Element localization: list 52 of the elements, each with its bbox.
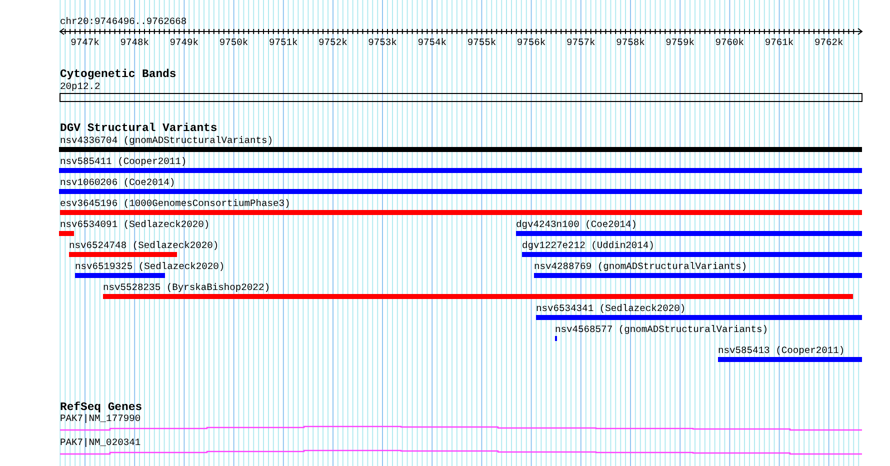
variant-bar[interactable] [75, 273, 165, 278]
variant-label: nsv5528235 (ByrskaBishop2022) [103, 282, 270, 293]
tick-label: 9752k [318, 37, 348, 48]
variant-label: nsv4568577 (gnomADStructuralVariants) [555, 324, 768, 335]
tick-label: 9748k [120, 37, 149, 48]
tick-label: 9762k [814, 37, 844, 48]
variant-label: nsv6524748 (Sedlazeck2020) [69, 240, 219, 251]
variant-bar[interactable] [534, 273, 862, 278]
tick-label: 9749k [170, 37, 199, 48]
tick-label: 9747k [70, 37, 100, 48]
tick-label: 9751k [268, 37, 298, 48]
variant-bar[interactable] [59, 168, 862, 173]
location-label: chr20:9746496..9762668 [60, 16, 187, 27]
gene-line[interactable] [60, 450, 862, 455]
tick-label: 9754k [418, 37, 447, 48]
variant-bar[interactable] [522, 252, 862, 257]
tick-label: 9757k [566, 37, 596, 48]
variant-label: nsv1060206 (Coe2014) [60, 177, 176, 188]
tick-label: 9750k [219, 37, 248, 48]
variant-label: dgv1227e212 (Uddin2014) [522, 240, 654, 251]
track-title: Cytogenetic Bands [60, 69, 176, 81]
gene-line[interactable] [60, 426, 862, 431]
track-title: DGV Structural Variants [60, 123, 218, 135]
gene-label: PAK7|NM_020341 [60, 437, 141, 448]
gene-label: PAK7|NM_177990 [60, 413, 141, 424]
tick-label: 9756k [516, 37, 546, 48]
band-label: 20p12.2 [60, 81, 100, 92]
variant-bar[interactable] [718, 357, 862, 362]
variant-bar[interactable] [60, 210, 862, 215]
tick-label: 9753k [368, 37, 397, 48]
variant-label: nsv4336704 (gnomADStructuralVariants) [60, 135, 274, 146]
variant-label: nsv6519325 (Sedlazeck2020) [75, 261, 225, 272]
variant-bar[interactable] [59, 189, 862, 194]
track-title: RefSeq Genes [60, 402, 142, 414]
variant-bar[interactable] [536, 315, 862, 320]
tick-label: 9755k [467, 37, 496, 48]
variant-bar[interactable] [516, 231, 862, 236]
variant-label: nsv585411 (Cooper2011) [60, 156, 187, 167]
variant-label: dgv4243n100 (Coe2014) [516, 219, 637, 230]
variant-label: nsv4288769 (gnomADStructuralVariants) [534, 261, 748, 272]
variant-bar[interactable] [103, 294, 853, 299]
variant-bar[interactable] [59, 231, 74, 236]
tick-label: 9758k [616, 37, 645, 48]
variant-bar[interactable] [69, 252, 177, 257]
variant-label: nsv6534341 (Sedlazeck2020) [536, 303, 686, 314]
variant-bar[interactable] [59, 147, 862, 152]
tick-label: 9761k [764, 37, 794, 48]
variant-label: esv3645196 (1000GenomesConsortiumPhase3) [60, 198, 290, 209]
variant-label: nsv6534091 (Sedlazeck2020) [60, 219, 210, 230]
tick-label: 9760k [715, 37, 744, 48]
tick-label: 9759k [666, 37, 694, 48]
variant-label: nsv585413 (Cooper2011) [718, 345, 845, 356]
